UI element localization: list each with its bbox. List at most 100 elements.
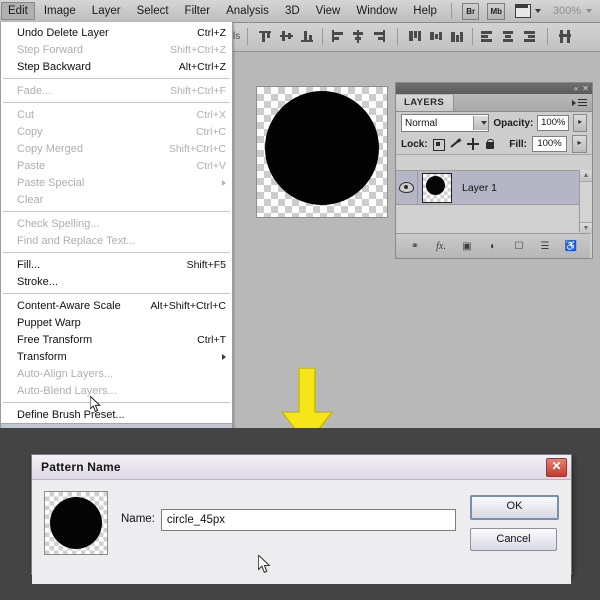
menu-item-edit[interactable]: Edit bbox=[1, 2, 35, 20]
menu-option-shortcut: Shift+F5 bbox=[173, 259, 226, 271]
photoshop-window: « ✕ LAYERS Normal Opacity: 100% ▸ Lock: bbox=[0, 0, 600, 600]
lock-transparent-pixels-icon[interactable] bbox=[433, 138, 445, 150]
new-group-icon[interactable]: ☐ bbox=[513, 241, 526, 252]
launch-bridge-button[interactable]: Br bbox=[462, 3, 480, 20]
menu-option-free-transform[interactable]: Free TransformCtrl+T bbox=[1, 331, 232, 348]
menu-item-select[interactable]: Select bbox=[130, 2, 176, 20]
menu-option-label: Transform bbox=[17, 351, 67, 363]
blend-mode-select[interactable]: Normal bbox=[401, 114, 489, 132]
opacity-label: Opacity: bbox=[493, 118, 533, 129]
menu-item-help[interactable]: Help bbox=[406, 2, 444, 20]
menu-option-label: Define Brush Preset... bbox=[17, 409, 125, 421]
menu-option-shortcut: Ctrl+C bbox=[182, 126, 226, 138]
align-vertical-centers-icon[interactable] bbox=[279, 29, 294, 44]
menu-option-shortcut: Ctrl+Z bbox=[183, 27, 226, 39]
layer-thumbnail[interactable] bbox=[422, 173, 452, 203]
menu-option-content-aware-scale[interactable]: Content-Aware Scale Alt+Shift+Ctrl+C bbox=[1, 297, 232, 314]
menu-option-shortcut: Alt+Shift+Ctrl+C bbox=[136, 300, 226, 312]
link-layers-icon[interactable]: ⚭ bbox=[409, 241, 422, 252]
layer-visibility-toggle[interactable] bbox=[396, 171, 418, 204]
menu-item-window[interactable]: Window bbox=[349, 2, 404, 20]
pattern-name-input[interactable]: circle_45px bbox=[161, 509, 456, 531]
layer-row-layer-1[interactable]: Layer 1 bbox=[396, 171, 590, 205]
distribute-horizontal-centers-icon[interactable] bbox=[501, 29, 516, 44]
menu-bar: Edit Image Layer Select Filter Analysis … bbox=[0, 0, 600, 23]
menu-option-shortcut: Alt+Ctrl+Z bbox=[165, 61, 226, 73]
menu-option-find-and-replace-text: Find and Replace Text... bbox=[1, 232, 232, 249]
scroll-up-icon[interactable]: ▲ bbox=[580, 170, 592, 182]
menu-option-cut: CutCtrl+X bbox=[1, 106, 232, 123]
menu-separator bbox=[3, 211, 230, 212]
align-left-edges-icon[interactable] bbox=[330, 29, 345, 44]
edit-menu-dropdown: Undo Delete LayerCtrl+ZStep ForwardShift… bbox=[0, 22, 233, 460]
blend-mode-row: Normal Opacity: 100% ▸ bbox=[396, 112, 592, 134]
collapse-panel-icon[interactable]: « bbox=[574, 85, 578, 93]
fill-stepper[interactable]: ▸ bbox=[572, 135, 587, 153]
menu-option-copy-merged: Copy MergedShift+Ctrl+C bbox=[1, 140, 232, 157]
distribute-left-edges-icon[interactable] bbox=[480, 29, 495, 44]
dialog-title-bar[interactable]: Pattern Name ✕ bbox=[32, 455, 571, 480]
tab-layers[interactable]: LAYERS bbox=[396, 95, 454, 111]
layer-name[interactable]: Layer 1 bbox=[456, 182, 497, 194]
menu-option-check-spelling: Check Spelling... bbox=[1, 215, 232, 232]
ok-button[interactable]: OK bbox=[470, 495, 559, 520]
launch-mini-bridge-button[interactable]: Mb bbox=[487, 3, 505, 20]
menu-item-image[interactable]: Image bbox=[37, 2, 83, 20]
opacity-stepper[interactable]: ▸ bbox=[573, 114, 587, 132]
distribute-vertical-centers-icon[interactable] bbox=[429, 29, 444, 44]
pattern-preview bbox=[44, 491, 108, 555]
menu-option-undo-delete-layer[interactable]: Undo Delete LayerCtrl+Z bbox=[1, 24, 232, 41]
menu-option-puppet-warp[interactable]: Puppet Warp bbox=[1, 314, 232, 331]
menu-item-view[interactable]: View bbox=[309, 2, 348, 20]
chevron-down-icon[interactable] bbox=[473, 116, 488, 130]
menu-option-auto-blend-layers: Auto-Blend Layers... bbox=[1, 382, 232, 399]
align-top-edges-icon[interactable] bbox=[258, 29, 273, 44]
menu-option-shortcut: Ctrl+T bbox=[183, 334, 226, 346]
menu-option-label: Paste Special bbox=[17, 177, 84, 189]
lock-position-icon[interactable] bbox=[467, 138, 479, 150]
new-layer-icon[interactable]: ☰ bbox=[539, 241, 552, 252]
menu-option-fill[interactable]: Fill...Shift+F5 bbox=[1, 256, 232, 273]
eye-icon[interactable] bbox=[399, 182, 414, 193]
auto-align-layers-icon[interactable] bbox=[558, 29, 573, 44]
close-icon[interactable]: ✕ bbox=[546, 458, 567, 477]
align-horizontal-centers-icon[interactable] bbox=[351, 29, 366, 44]
cancel-button[interactable]: Cancel bbox=[470, 528, 557, 551]
distribute-top-edges-icon[interactable] bbox=[408, 29, 423, 44]
document-canvas[interactable] bbox=[257, 87, 387, 217]
menu-option-shortcut: Shift+Ctrl+Z bbox=[156, 44, 226, 56]
menu-option-clear: Clear bbox=[1, 191, 232, 208]
fill-input[interactable]: 100% bbox=[532, 136, 567, 152]
menu-option-stroke[interactable]: Stroke... bbox=[1, 273, 232, 290]
menu-option-label: Check Spelling... bbox=[17, 218, 100, 230]
layer-list-scrollbar[interactable]: ▲ ▼ bbox=[579, 170, 592, 232]
screen-mode-icon[interactable] bbox=[515, 4, 530, 18]
menu-option-transform[interactable]: Transform bbox=[1, 348, 232, 365]
menu-item-filter[interactable]: Filter bbox=[178, 2, 218, 20]
menu-option-label: Content-Aware Scale bbox=[17, 300, 121, 312]
close-panel-icon[interactable]: ✕ bbox=[582, 85, 589, 93]
layer-list: Layer 1 bbox=[396, 170, 590, 233]
lock-image-pixels-icon[interactable] bbox=[450, 138, 462, 150]
options-bar: ls bbox=[231, 22, 600, 52]
menu-option-label: Auto-Align Layers... bbox=[17, 368, 113, 380]
new-adjustment-layer-icon[interactable]: ◐ bbox=[487, 241, 500, 252]
menu-option-step-backward[interactable]: Step Backward Alt+Ctrl+Z bbox=[1, 58, 232, 75]
menu-option-define-brush-preset[interactable]: Define Brush Preset... bbox=[1, 406, 232, 423]
menu-item-analysis[interactable]: Analysis bbox=[219, 2, 276, 20]
distribute-right-edges-icon[interactable] bbox=[522, 29, 537, 44]
align-right-edges-icon[interactable] bbox=[372, 29, 387, 44]
menu-item-layer[interactable]: Layer bbox=[85, 2, 128, 20]
distribute-bottom-edges-icon[interactable] bbox=[450, 29, 465, 44]
panel-menu-icon[interactable] bbox=[572, 99, 587, 107]
zoom-level-label: 300% bbox=[553, 5, 581, 17]
opacity-input[interactable]: 100% bbox=[537, 115, 569, 131]
menu-option-label: Step Backward bbox=[17, 61, 91, 73]
delete-layer-icon[interactable]: ♿ bbox=[565, 241, 578, 252]
panel-dragbar[interactable]: « ✕ bbox=[396, 83, 592, 94]
lock-all-icon[interactable] bbox=[484, 138, 496, 150]
layer-style-fx-icon[interactable]: fx. bbox=[435, 241, 448, 252]
menu-item-3d[interactable]: 3D bbox=[278, 2, 307, 20]
align-bottom-edges-icon[interactable] bbox=[300, 29, 315, 44]
add-layer-mask-icon[interactable]: ▣ bbox=[461, 241, 474, 252]
